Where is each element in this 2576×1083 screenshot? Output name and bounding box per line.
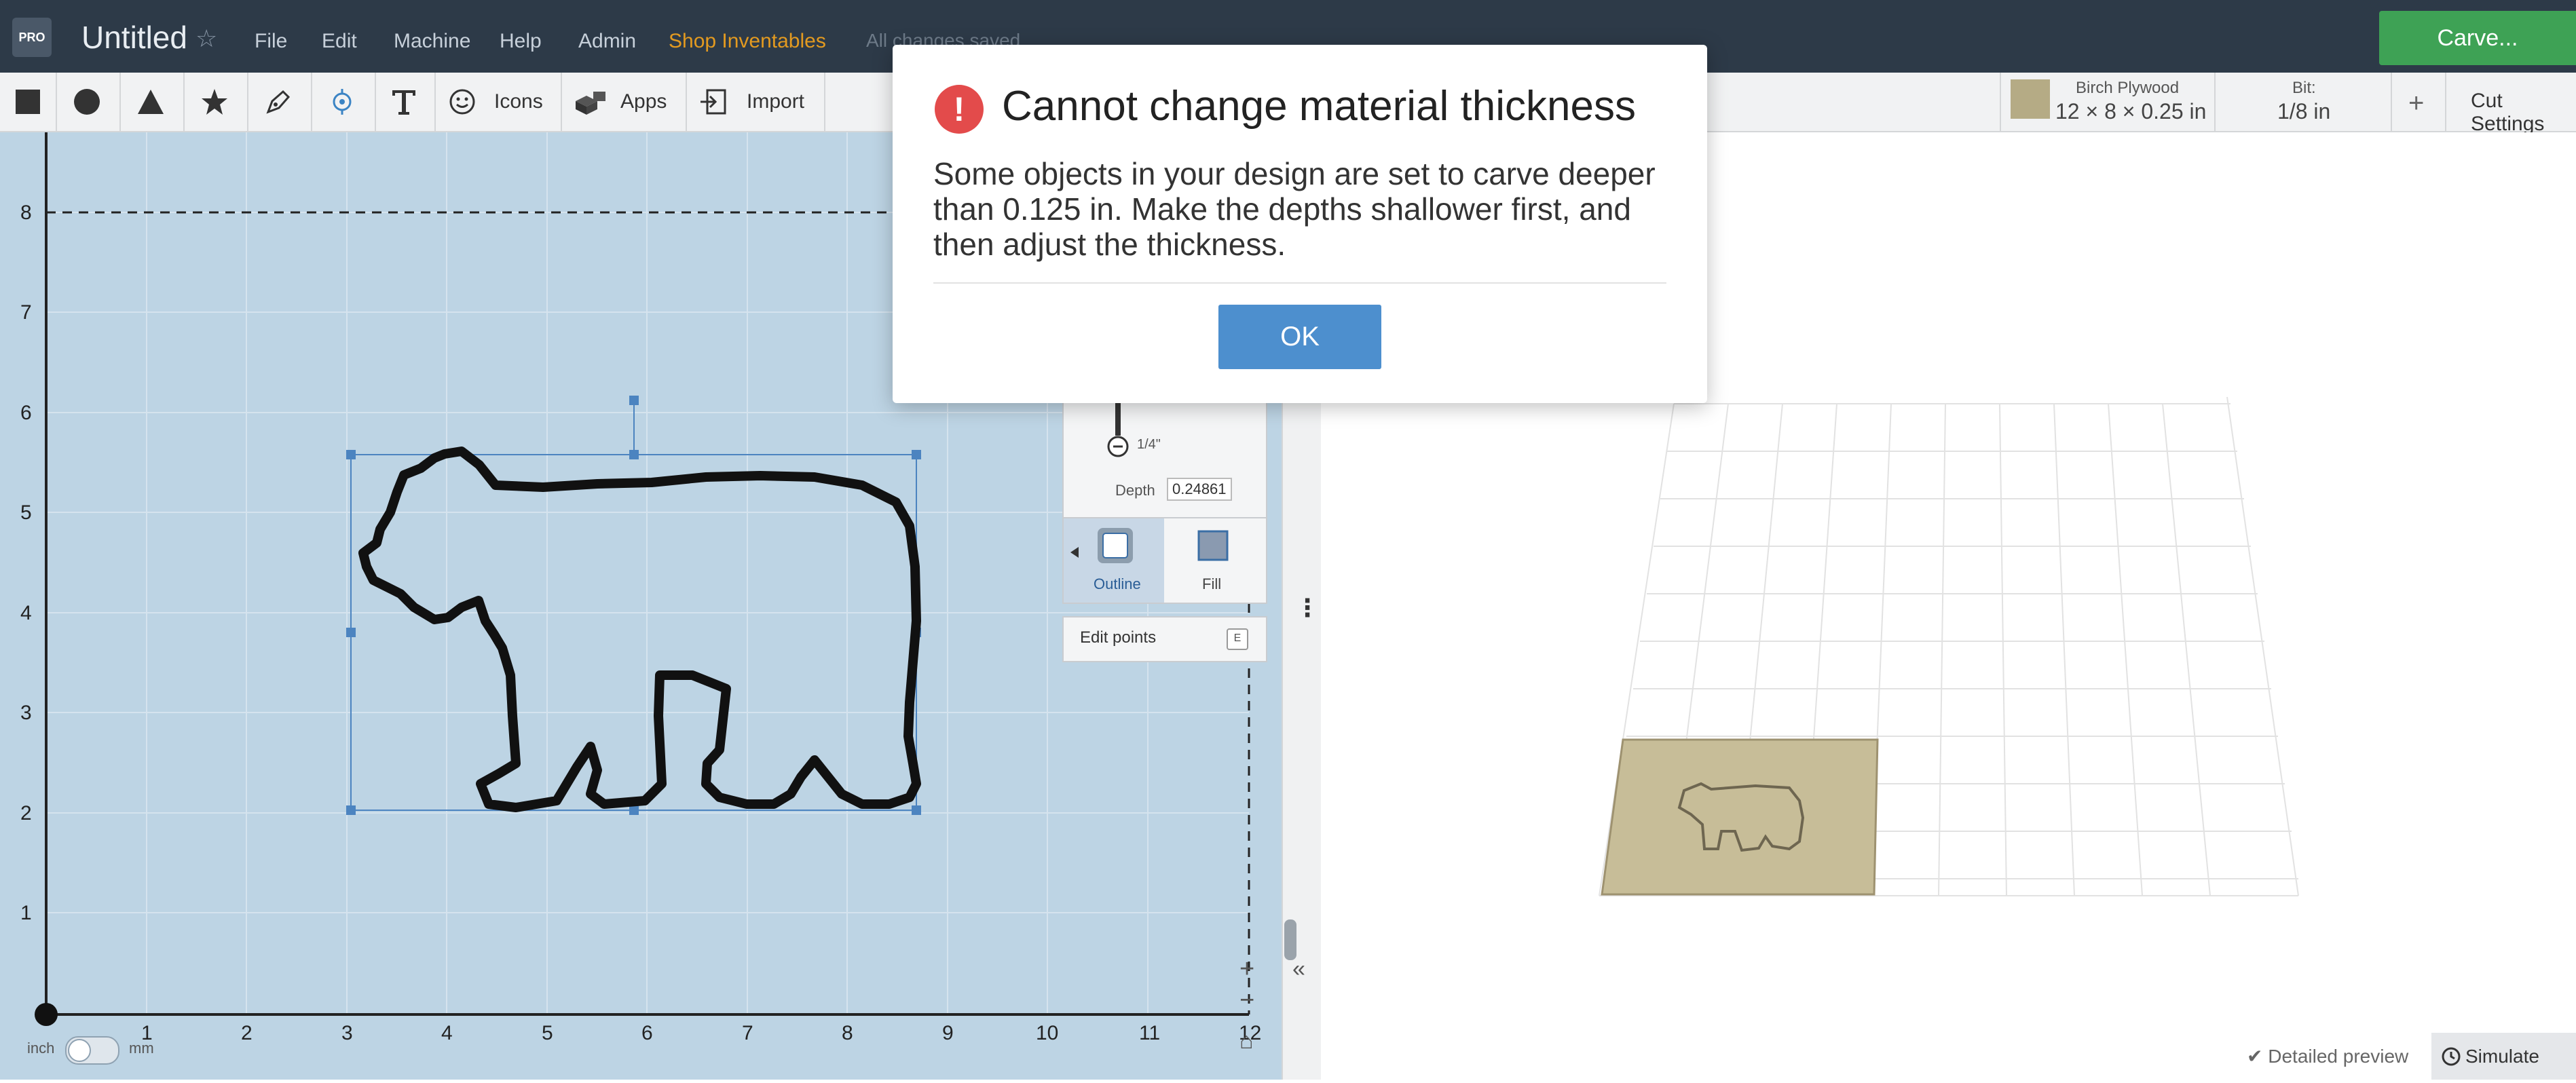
square-tool[interactable] bbox=[0, 73, 57, 131]
y-tick-label: 2 bbox=[20, 802, 32, 824]
square-icon bbox=[16, 90, 40, 114]
material-board bbox=[1601, 738, 1879, 896]
text-icon bbox=[392, 90, 415, 115]
zoom-in-button[interactable]: + bbox=[1239, 955, 1254, 984]
menu-file[interactable]: File bbox=[255, 30, 287, 53]
x-tick-label: 3 bbox=[341, 1022, 353, 1044]
point-tool[interactable] bbox=[311, 73, 376, 131]
apps-label: Apps bbox=[620, 90, 667, 113]
edit-points-label: Edit points bbox=[1080, 628, 1157, 647]
x-tick-label: 5 bbox=[542, 1022, 553, 1044]
material-dimensions: 12 × 8 × 0.25 in bbox=[2055, 99, 2207, 124]
depth-slider[interactable] bbox=[1104, 402, 1159, 463]
ok-button[interactable]: OK bbox=[1218, 305, 1381, 369]
project-title[interactable]: Untitled bbox=[81, 19, 187, 56]
bit-label: Bit: bbox=[2292, 79, 2316, 97]
text-tool[interactable] bbox=[375, 73, 436, 131]
simulate-label: Simulate bbox=[2465, 1046, 2539, 1067]
shape-inspector: 1/4" Depth 0.24861 Outline Fill Edit poi… bbox=[1062, 400, 1267, 665]
carve-button[interactable]: Carve... bbox=[2379, 11, 2576, 65]
unit-inch-label: inch bbox=[27, 1040, 55, 1057]
canvas-scrollbar[interactable] bbox=[1284, 919, 1296, 960]
x-tick-label: 7 bbox=[742, 1022, 753, 1044]
depth-panel: 1/4" Depth 0.24861 bbox=[1062, 400, 1267, 518]
fill-option[interactable]: Fill bbox=[1165, 518, 1265, 603]
triangle-icon bbox=[138, 90, 164, 114]
menu-help[interactable]: Help bbox=[500, 30, 542, 53]
depth-scale-label: 1/4" bbox=[1137, 437, 1161, 452]
import-icon bbox=[701, 89, 726, 115]
fill-label: Fill bbox=[1202, 575, 1222, 592]
clock-icon bbox=[2442, 1047, 2461, 1066]
home-icon[interactable]: ⌂ bbox=[1239, 1028, 1254, 1054]
check-icon: ✔ bbox=[2247, 1046, 2269, 1067]
cut-settings-label: Cut Settings bbox=[2471, 90, 2545, 135]
x-tick-label: 2 bbox=[241, 1022, 253, 1044]
drag-handle-icon[interactable]: ⋮ bbox=[1295, 594, 1320, 622]
outline-icon bbox=[1098, 528, 1133, 563]
triangle-tool[interactable] bbox=[119, 73, 185, 131]
pen-icon bbox=[266, 90, 291, 114]
blocks-icon bbox=[576, 92, 605, 115]
smiley-icon bbox=[449, 89, 475, 115]
x-tick-label: 4 bbox=[441, 1022, 453, 1044]
x-tick-label: 9 bbox=[942, 1022, 954, 1044]
pen-tool[interactable] bbox=[247, 73, 312, 131]
dialog-divider bbox=[933, 282, 1666, 284]
menu-machine[interactable]: Machine bbox=[394, 30, 470, 53]
y-tick-label: 5 bbox=[20, 501, 32, 524]
detailed-preview-toggle[interactable]: ✔ Detailed preview bbox=[2247, 1045, 2408, 1067]
error-dialog: ! Cannot change material thickness Some … bbox=[893, 45, 1707, 403]
circle-icon bbox=[74, 89, 100, 115]
depth-input[interactable]: 0.24861 bbox=[1167, 478, 1232, 501]
bit-value: 1/8 in bbox=[2277, 99, 2331, 124]
depth-label: Depth bbox=[1115, 482, 1155, 499]
icons-label: Icons bbox=[494, 90, 543, 113]
material-name: Birch Plywood bbox=[2076, 79, 2180, 97]
x-tick-label: 10 bbox=[1036, 1022, 1058, 1044]
cut-mode-panel: Outline Fill bbox=[1062, 517, 1267, 604]
menu-admin[interactable]: Admin bbox=[578, 30, 636, 53]
y-tick-label: 8 bbox=[20, 202, 32, 224]
x-tick-label: 8 bbox=[842, 1022, 853, 1044]
edit-points-shortcut: E bbox=[1227, 628, 1248, 650]
favorite-star-icon[interactable]: ☆ bbox=[195, 24, 217, 53]
y-tick-label: 1 bbox=[20, 902, 32, 924]
y-tick-label: 7 bbox=[20, 301, 32, 324]
dialog-title: Cannot change material thickness bbox=[1002, 83, 1636, 130]
app-logo: PRO bbox=[12, 18, 52, 57]
star-icon bbox=[202, 89, 227, 115]
crosshair-icon bbox=[333, 89, 352, 115]
plus-icon[interactable]: + bbox=[2408, 88, 2424, 119]
fill-icon bbox=[1197, 530, 1229, 561]
unit-toggle[interactable] bbox=[65, 1036, 119, 1065]
x-tick-label: 11 bbox=[1139, 1022, 1160, 1044]
detailed-preview-label: Detailed preview bbox=[2268, 1046, 2409, 1067]
y-tick-label: 4 bbox=[20, 602, 32, 624]
edit-points-button[interactable]: Edit points E bbox=[1062, 616, 1267, 662]
import-label: Import bbox=[747, 90, 805, 113]
zoom-out-button[interactable]: − bbox=[1239, 986, 1254, 1015]
apps-tool[interactable]: Apps bbox=[561, 73, 687, 131]
unit-mm-label: mm bbox=[129, 1040, 154, 1057]
toggle-knob bbox=[68, 1039, 91, 1062]
dialog-message: Some objects in your design are set to c… bbox=[933, 156, 1656, 262]
outline-label: Outline bbox=[1094, 575, 1141, 592]
import-tool[interactable]: Import bbox=[686, 73, 825, 131]
chevron-left-icon[interactable] bbox=[1069, 546, 1080, 559]
star-tool[interactable] bbox=[183, 73, 248, 131]
circle-tool[interactable] bbox=[56, 73, 121, 131]
menu-shop-inventables[interactable]: Shop Inventables bbox=[669, 30, 826, 53]
menu-edit[interactable]: Edit bbox=[322, 30, 357, 53]
simulate-button[interactable]: Simulate bbox=[2431, 1033, 2576, 1080]
icons-tool[interactable]: Icons bbox=[434, 73, 562, 131]
material-swatch bbox=[2011, 79, 2050, 119]
y-tick-label: 3 bbox=[20, 702, 32, 724]
y-tick-label: 6 bbox=[20, 402, 32, 424]
alert-icon: ! bbox=[935, 85, 984, 134]
x-tick-label: 6 bbox=[641, 1022, 653, 1044]
collapse-preview-icon[interactable]: « bbox=[1292, 956, 1305, 983]
outline-option[interactable]: Outline bbox=[1064, 518, 1164, 603]
